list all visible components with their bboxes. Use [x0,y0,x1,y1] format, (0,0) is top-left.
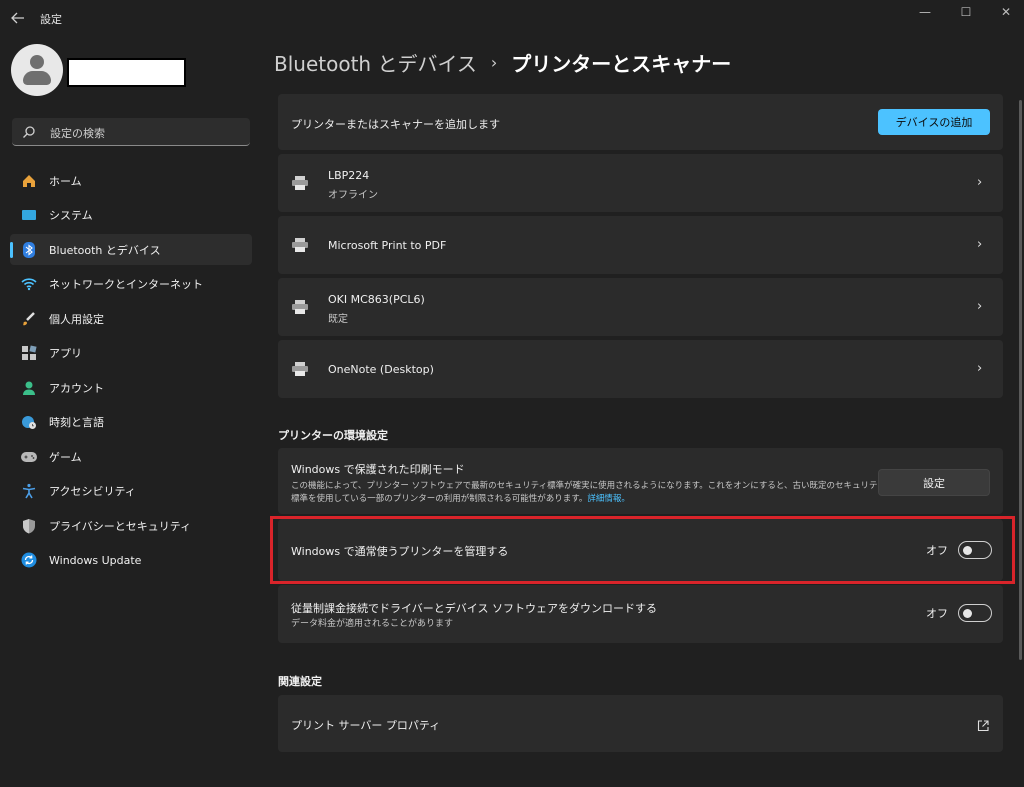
related-section-title: 関連設定 [278,675,322,688]
printer-icon [291,361,309,376]
home-icon [20,172,38,190]
printer-row[interactable]: LBP224 オフライン › [278,154,1003,212]
metered-download-toggle-group: オフ [926,604,992,622]
chevron-right-icon: › [977,237,983,252]
search-input[interactable]: 設定の検索 [12,118,250,146]
sidebar-item-personalization[interactable]: 個人用設定 [10,303,252,334]
sidebar-item-windows-update[interactable]: Windows Update [10,545,252,576]
breadcrumb-separator: › [490,52,498,72]
sidebar-item-gaming[interactable]: ゲーム [10,441,252,472]
sidebar-item-label: アカウント [49,381,104,395]
printer-name: LBP224 [328,169,370,182]
protected-mode-title: Windows で保護された印刷モード [291,463,465,476]
protected-mode-description: この機能によって、プリンター ソフトウェアで最新のセキュリティ標準が確実に使用さ… [291,481,886,491]
page-title: プリンターとスキャナー [511,51,732,76]
printer-row[interactable]: OneNote (Desktop) › [278,340,1003,398]
printer-name: OKI MC863(PCL6) [328,293,425,306]
back-arrow-icon[interactable] [8,8,28,28]
minimize-button[interactable]: — [905,3,945,21]
printer-icon [291,299,309,314]
sidebar-item-apps[interactable]: アプリ [10,338,252,369]
sidebar-item-label: システム [49,209,93,222]
sidebar-item-label: Bluetooth とデバイス [49,243,161,257]
sidebar-item-accessibility[interactable]: アクセシビリティ [10,476,252,507]
wifi-icon [20,275,38,293]
close-button[interactable]: ✕ [986,3,1024,21]
sidebar-item-system[interactable]: システム [10,200,252,231]
breadcrumb: Bluetooth とデバイス › プリンターとスキャナー [274,48,731,76]
chevron-right-icon: › [977,361,983,376]
sidebar-item-label: Windows Update [49,553,142,567]
user-name-redacted [67,58,186,87]
sidebar-item-label: プライバシーとセキュリティ [49,519,192,533]
search-icon [22,124,36,138]
search-placeholder: 設定の検索 [50,127,105,140]
learn-more-link[interactable]: 詳細情報。 [587,494,630,504]
printer-name: Microsoft Print to PDF [328,239,447,252]
highlight-annotation [270,516,1015,584]
chevron-right-icon: › [977,299,983,314]
avatar-head [30,55,44,69]
metered-download-card: 従量制課金接続でドライバーとデバイス ソフトウェアをダウンロードする データ料金… [278,585,1003,643]
active-indicator [10,242,13,258]
printer-row[interactable]: Microsoft Print to PDF › [278,216,1003,274]
system-icon [20,206,38,224]
sidebar-item-privacy[interactable]: プライバシーとセキュリティ [10,510,252,541]
bluetooth-icon [20,241,38,259]
sidebar-item-label: 時刻と言語 [49,416,104,429]
printer-icon [291,237,309,252]
protected-mode-settings-button[interactable]: 設定 [878,469,990,496]
print-server-properties-row[interactable]: プリント サーバー プロパティ [278,695,1003,752]
printer-name: OneNote (Desktop) [328,363,434,376]
update-icon [20,551,38,569]
avatar[interactable] [11,44,63,96]
printer-row[interactable]: OKI MC863(PCL6) 既定 › [278,278,1003,336]
chevron-right-icon: › [977,175,983,190]
gamepad-icon [20,448,38,466]
print-server-properties-label: プリント サーバー プロパティ [291,719,441,732]
sidebar-item-time-language[interactable]: 時刻と言語 [10,407,252,438]
sidebar-item-home[interactable]: ホーム [10,165,252,196]
sidebar-item-label: アクセシビリティ [49,485,136,498]
add-device-label: プリンターまたはスキャナーを追加します [291,118,500,131]
add-device-button[interactable]: デバイスの追加 [878,109,990,135]
sidebar-item-label: ホーム [49,174,82,188]
account-icon [20,379,38,397]
accessibility-icon [20,482,38,500]
sidebar-item-label: ネットワークとインターネット [49,278,203,291]
sidebar-item-network[interactable]: ネットワークとインターネット [10,269,252,300]
app-title: 設定 [40,13,62,26]
protected-mode-description-line2: 標準を使用している一部のプリンターの利用が制限される可能性があります。詳細情報。 [291,492,630,504]
sidebar-item-label: 個人用設定 [49,312,104,326]
toggle-knob [963,608,972,618]
maximize-button[interactable]: ☐ [946,3,986,21]
shield-icon [20,517,38,535]
title-bar: 設定 — ☐ ✕ [0,0,1024,36]
metered-download-title: 従量制課金接続でドライバーとデバイス ソフトウェアをダウンロードする [291,602,657,615]
preferences-section-title: プリンターの環境設定 [278,429,388,442]
protected-mode-description-text: 標準を使用している一部のプリンターの利用が制限される可能性があります。 [291,494,588,504]
sidebar-item-accounts[interactable]: アカウント [10,372,252,403]
printer-icon [291,175,309,190]
metered-download-subtitle: データ料金が適用されることがあります [291,619,454,629]
sidebar-item-bluetooth[interactable]: Bluetooth とデバイス [10,234,252,265]
avatar-body [23,71,51,85]
sidebar-item-label: ゲーム [49,450,82,464]
globe-clock-icon [20,413,38,431]
external-link-icon [977,717,989,732]
breadcrumb-parent[interactable]: Bluetooth とデバイス [274,48,477,77]
apps-icon [20,344,38,362]
sidebar-nav: ホーム システム Bluetooth とデバイス ネットワークとインターネット … [10,165,252,579]
sidebar-item-label: アプリ [49,347,82,360]
metered-download-toggle[interactable] [958,604,992,622]
printer-status: 既定 [328,314,348,325]
printer-status: オフライン [328,190,378,201]
scrollbar[interactable] [1019,100,1022,660]
toggle-state-label: オフ [926,607,948,620]
brush-icon [20,310,38,328]
